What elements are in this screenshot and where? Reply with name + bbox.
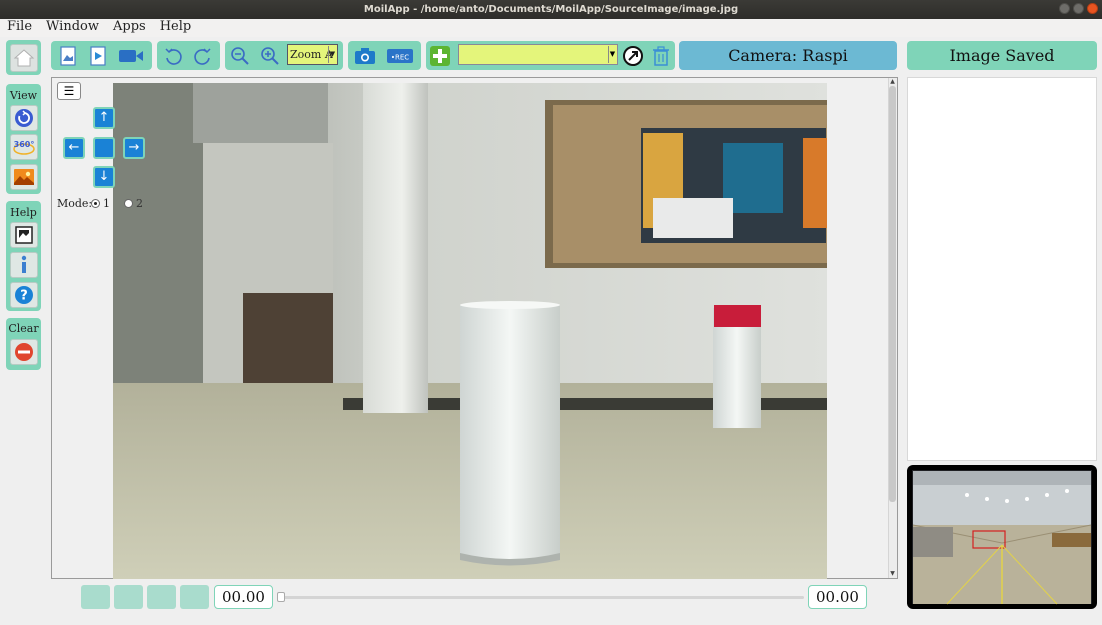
mode-2-radio[interactable] xyxy=(124,199,133,208)
record-icon: •REC xyxy=(387,48,413,63)
arrow-left-icon: ← xyxy=(68,140,80,155)
nav-left-button[interactable]: ← xyxy=(63,137,85,159)
mode-label: Mode: xyxy=(57,197,93,210)
info-icon xyxy=(21,255,27,273)
chevron-down-icon: ▼ xyxy=(328,46,336,63)
rotate-right-icon xyxy=(194,47,211,65)
mode-1-radio[interactable] xyxy=(91,199,100,208)
zoom-select[interactable]: Zoom A ▼ xyxy=(287,44,338,65)
clear-button[interactable] xyxy=(10,339,38,365)
question-icon: ? xyxy=(15,286,33,304)
svg-text:?: ? xyxy=(20,289,28,304)
scroll-down-icon[interactable]: ▼ xyxy=(889,570,896,577)
zoom-out-icon xyxy=(231,46,249,65)
menu-file[interactable]: File xyxy=(0,19,39,37)
trash-icon xyxy=(653,45,669,66)
maximize-button[interactable] xyxy=(1073,3,1084,14)
rotate-left-button[interactable] xyxy=(161,44,185,67)
nav-down-button[interactable]: ↓ xyxy=(93,166,115,188)
help-label: Help xyxy=(10,206,37,219)
open-camera-button[interactable] xyxy=(116,44,146,67)
home-icon xyxy=(13,49,35,67)
record-button[interactable]: •REC xyxy=(385,44,415,67)
add-button[interactable] xyxy=(428,44,452,67)
camera-image xyxy=(113,83,827,579)
nav-right-button[interactable]: → xyxy=(123,137,145,159)
arrow-down-icon: ↓ xyxy=(98,169,110,184)
menu-help[interactable]: Help xyxy=(153,19,199,37)
minimize-button[interactable] xyxy=(1059,3,1070,14)
current-time: 00.00 xyxy=(214,585,273,609)
zoom-value: Zoom A xyxy=(290,48,333,61)
viewer-scrollbar-thumb[interactable] xyxy=(889,86,896,502)
preview-thumbnail[interactable] xyxy=(907,465,1097,609)
total-time: 00.00 xyxy=(808,585,867,609)
video-camera-icon xyxy=(119,49,143,62)
refresh-button[interactable] xyxy=(10,105,38,131)
hallway-photo xyxy=(113,83,827,579)
delete-button[interactable] xyxy=(649,44,673,67)
window-title-bar: MoilApp - /home/anto/Documents/MoilApp/S… xyxy=(0,0,1102,19)
nav-up-button[interactable]: ↑ xyxy=(93,107,115,129)
chevron-down-icon: ▼ xyxy=(608,46,616,63)
nav-center-button[interactable] xyxy=(93,137,115,159)
skip-forward-button[interactable] xyxy=(180,585,209,609)
image-saved-label: Image Saved xyxy=(907,41,1097,70)
plus-icon xyxy=(430,45,450,66)
hamburger-icon: ☰ xyxy=(63,84,75,98)
record-text: •REC xyxy=(391,53,409,61)
arrow-up-icon: ↑ xyxy=(98,110,110,125)
view-label: View xyxy=(9,89,38,102)
fisheye-preview-image xyxy=(912,470,1092,605)
mode-2-label: 2 xyxy=(136,197,143,210)
zoom-out-button[interactable] xyxy=(228,44,252,67)
zoom-in-button[interactable] xyxy=(258,44,282,67)
refresh-icon xyxy=(15,109,33,127)
skip-back-button[interactable] xyxy=(81,585,110,609)
scroll-up-icon[interactable]: ▲ xyxy=(889,78,896,85)
camera-icon xyxy=(355,47,375,64)
help-button[interactable]: ? xyxy=(10,282,38,308)
open-video-icon xyxy=(90,45,106,66)
gallery-icon xyxy=(15,226,33,244)
stop-button[interactable] xyxy=(147,585,176,609)
gallery-button[interactable] xyxy=(10,222,38,248)
landscape-image-icon xyxy=(14,169,34,185)
open-image-icon xyxy=(60,45,76,66)
zoom-in-icon xyxy=(261,46,279,65)
snapshot-button[interactable] xyxy=(353,44,377,67)
remove-icon xyxy=(15,343,33,361)
menu-apps[interactable]: Apps xyxy=(106,19,153,37)
window-controls xyxy=(1059,3,1098,14)
info-button[interactable] xyxy=(10,252,38,278)
menu-bar: File Window Apps Help xyxy=(0,19,1102,37)
open-video-button[interactable] xyxy=(86,44,110,67)
apply-button[interactable] xyxy=(621,44,645,67)
arrow-right-icon: → xyxy=(128,140,140,155)
landscape-button[interactable] xyxy=(10,164,38,190)
mode-1-label: 1 xyxy=(103,197,110,210)
close-button[interactable] xyxy=(1087,3,1098,14)
window-title: MoilApp - /home/anto/Documents/MoilApp/S… xyxy=(363,4,739,15)
seek-slider[interactable] xyxy=(281,596,804,599)
home-button[interactable] xyxy=(10,44,38,72)
saved-images-panel[interactable] xyxy=(907,77,1097,461)
clear-label: Clear xyxy=(8,322,39,335)
parameter-combo[interactable]: ▼ xyxy=(458,44,618,65)
play-button[interactable] xyxy=(114,585,143,609)
panorama-360-icon: 360° xyxy=(13,140,35,155)
camera-status-label: Camera: Raspi xyxy=(679,41,897,70)
hamburger-menu-button[interactable]: ☰ xyxy=(57,82,81,100)
arrow-circle-icon xyxy=(623,45,643,66)
svg-text:360°: 360° xyxy=(14,140,35,149)
rotate-left-icon xyxy=(165,47,182,65)
open-image-button[interactable] xyxy=(56,44,80,67)
seek-slider-handle[interactable] xyxy=(277,592,285,602)
rotate-right-button[interactable] xyxy=(191,44,215,67)
menu-window[interactable]: Window xyxy=(39,19,106,37)
panorama-360-button[interactable]: 360° xyxy=(10,134,38,160)
